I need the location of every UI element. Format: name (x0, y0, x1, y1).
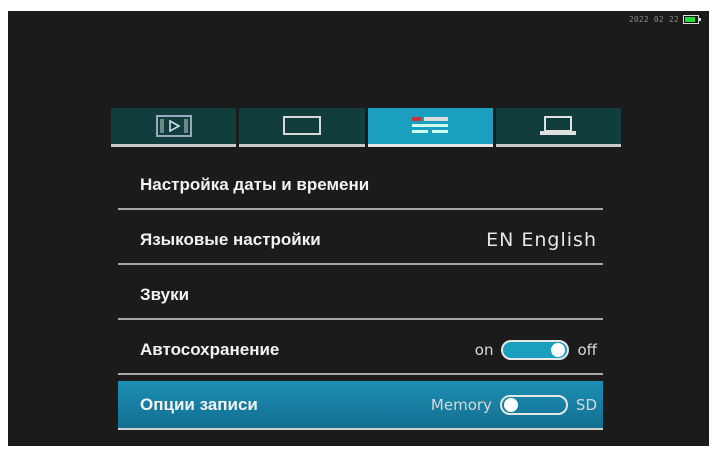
record-options-toggle-group: Memory SD (430, 394, 597, 415)
tab-laptop[interactable] (495, 108, 621, 147)
language-value: EN English (486, 228, 597, 251)
menu-item-language[interactable]: Языковые настройки EN English (118, 216, 603, 265)
tab-settings[interactable] (367, 108, 493, 147)
status-bar: 2022 02 22 (628, 13, 701, 25)
autosave-toggle[interactable] (501, 339, 570, 360)
menu-item-autosave[interactable]: Автосохранение on off (118, 326, 603, 375)
device-screen: 2022 02 22 Настройка даты и времени Язык… (8, 11, 709, 446)
battery-icon (683, 14, 701, 24)
display-icon (282, 115, 322, 137)
tab-playback[interactable] (111, 108, 237, 147)
autosave-toggle-group: on off (474, 339, 597, 360)
autosave-option-on: on (474, 340, 494, 359)
menu-item-date-time[interactable]: Настройка даты и времени (118, 161, 603, 210)
menu-item-record-options[interactable]: Опции записи Memory SD (118, 381, 603, 430)
menu-item-sounds[interactable]: Звуки (118, 271, 603, 320)
tab-bar (111, 108, 621, 148)
menu-item-label: Настройка даты и времени (140, 174, 370, 194)
menu-item-label: Звуки (140, 284, 190, 304)
settings-menu: Настройка даты и времени Языковые настро… (118, 161, 603, 436)
playback-icon (155, 115, 192, 137)
status-datetime: 2022 02 22 (628, 14, 679, 24)
menu-item-label: Языковые настройки (140, 229, 321, 249)
battery-level-fill (685, 16, 695, 22)
toggle-knob (503, 397, 518, 412)
settings-icon (408, 115, 452, 137)
autosave-option-off: off (577, 340, 597, 359)
record-storage-toggle[interactable] (499, 394, 568, 415)
record-option-memory: Memory (430, 395, 492, 414)
toggle-knob (551, 342, 566, 357)
tab-display[interactable] (239, 108, 365, 147)
record-option-sd: SD (575, 395, 597, 414)
menu-item-label: Опции записи (140, 394, 258, 414)
menu-item-label: Автосохранение (140, 339, 280, 359)
laptop-icon (536, 115, 580, 137)
